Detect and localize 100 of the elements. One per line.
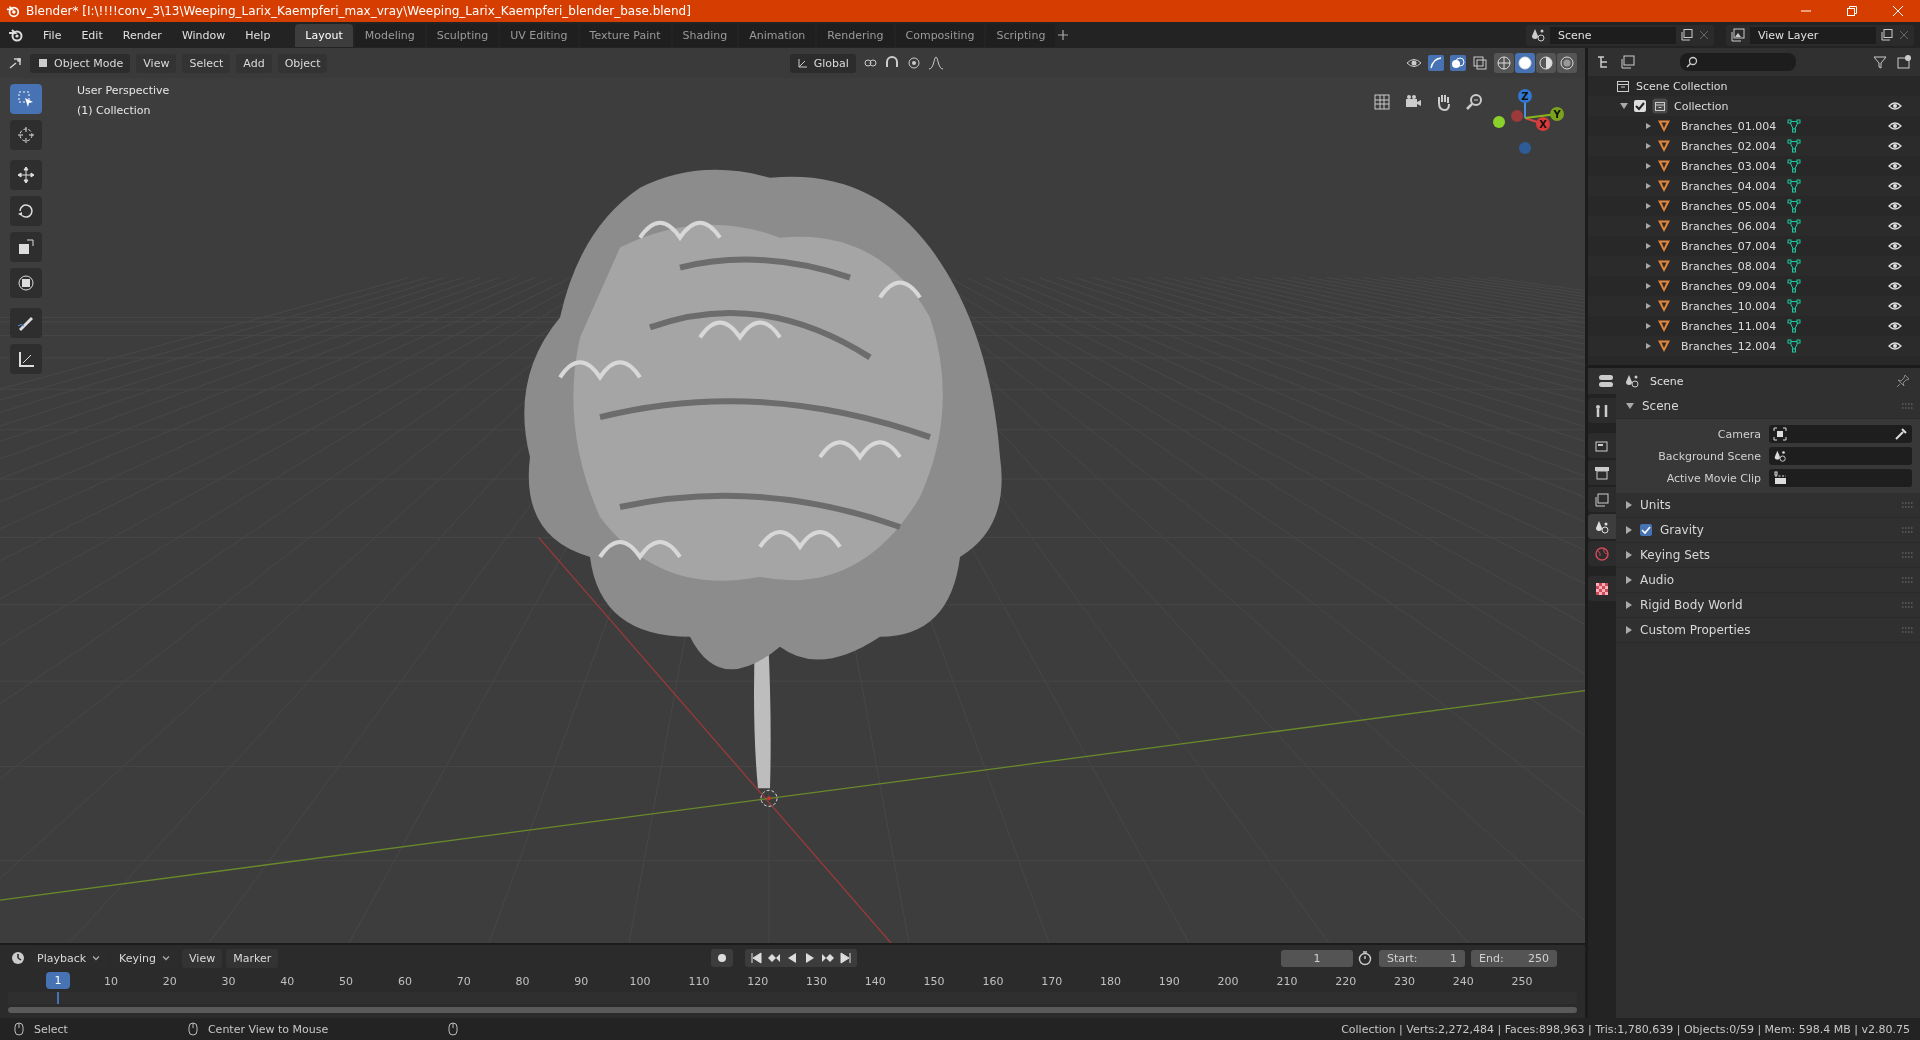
mesh-data-icon[interactable] (1787, 179, 1801, 193)
eye-icon[interactable] (1888, 119, 1902, 133)
workspace-tab[interactable]: UV Editing (500, 23, 578, 47)
object-label[interactable]: Branches_09.004 (1681, 279, 1781, 293)
eye-icon[interactable] (1888, 159, 1902, 173)
mesh-data-icon[interactable] (1787, 199, 1801, 213)
stopwatch-icon[interactable] (1357, 950, 1373, 966)
end-frame-field[interactable]: End: 250 (1471, 949, 1557, 967)
object-label[interactable]: Branches_07.004 (1681, 239, 1781, 253)
filter-icon[interactable] (1872, 54, 1888, 70)
jump-start-icon[interactable] (748, 951, 763, 965)
scene-field[interactable]: Scene (1550, 26, 1676, 44)
object-label[interactable]: Branches_12.004 (1681, 339, 1781, 353)
clock-icon[interactable] (10, 950, 26, 966)
header-menu[interactable]: View (136, 53, 177, 73)
keyframe-forward-icon[interactable] (820, 951, 835, 965)
expand-arrow-icon[interactable] (1646, 303, 1651, 309)
copy-icon[interactable] (1680, 28, 1694, 42)
drag-handle-icon[interactable] (1902, 502, 1914, 508)
eye-icon[interactable] (1888, 219, 1902, 233)
workspace-tab[interactable]: Scripting (986, 23, 1056, 47)
mesh-data-icon[interactable] (1787, 219, 1801, 233)
timeline-menu[interactable]: Marker (226, 948, 279, 968)
eye-icon[interactable] (1888, 139, 1902, 153)
xray-icon[interactable] (1472, 55, 1488, 71)
expand-arrow-icon[interactable] (1646, 203, 1651, 209)
object-label[interactable]: Branches_05.004 (1681, 199, 1781, 213)
mesh-data-icon[interactable] (1787, 119, 1801, 133)
tool-button[interactable] (10, 196, 42, 226)
drag-handle-icon[interactable] (1902, 627, 1914, 633)
mesh-data-icon[interactable] (1787, 239, 1801, 253)
property-field[interactable] (1769, 447, 1912, 465)
mesh-data-icon[interactable] (1787, 339, 1801, 353)
menu-item[interactable]: Edit (72, 28, 112, 42)
workspace-tab[interactable]: Layout (295, 23, 353, 47)
menu-item[interactable]: Render (113, 28, 171, 42)
search-field[interactable] (1680, 53, 1796, 71)
orientation-dropdown[interactable]: Global (789, 53, 856, 73)
header-menu[interactable]: Select (182, 53, 231, 73)
object-label[interactable]: Branches_11.004 (1681, 319, 1781, 333)
tool-button[interactable] (10, 308, 42, 338)
falloff-curve-icon[interactable] (927, 55, 944, 71)
proportional-edit-icon[interactable] (905, 55, 922, 71)
pin-icon[interactable] (1896, 374, 1910, 388)
eye-icon[interactable] (1888, 179, 1902, 193)
expand-arrow-icon[interactable] (1646, 143, 1651, 149)
shading-mode-button[interactable] (1536, 53, 1556, 73)
header-menu[interactable]: Add (236, 53, 272, 73)
property-field[interactable] (1769, 425, 1912, 443)
tool-button[interactable] (10, 232, 42, 262)
menu-item[interactable]: Window (172, 28, 235, 42)
close-icon[interactable] (1698, 29, 1710, 41)
workspace-tab[interactable]: Rendering (817, 23, 894, 47)
collection-label[interactable]: Collection (1674, 99, 1729, 113)
workspace-tab[interactable]: Modeling (354, 23, 425, 47)
mesh-data-icon[interactable] (1787, 279, 1801, 293)
close-icon[interactable] (1898, 29, 1910, 41)
mesh-data-icon[interactable] (1787, 299, 1801, 313)
eye-icon[interactable] (1888, 99, 1902, 113)
mesh-data-icon[interactable] (1787, 139, 1801, 153)
menu-item[interactable]: Help (236, 28, 280, 42)
mesh-data-icon[interactable] (1787, 319, 1801, 333)
start-frame-field[interactable]: Start: 1 (1379, 949, 1465, 967)
tool-button[interactable] (10, 344, 42, 374)
drag-handle-icon[interactable] (1902, 403, 1914, 409)
blender-logo-icon[interactable] (8, 27, 24, 43)
workspace-tab[interactable]: Sculpting (426, 23, 499, 47)
timeline-menu[interactable]: View (182, 948, 223, 968)
mesh-data-icon[interactable] (1787, 259, 1801, 273)
shading-mode-button[interactable] (1494, 53, 1514, 73)
new-collection-icon[interactable] (1896, 54, 1912, 70)
panel-checkbox[interactable] (1640, 524, 1652, 536)
menu-item[interactable]: File (34, 28, 71, 42)
expand-arrow-icon[interactable] (1646, 323, 1651, 329)
exclude-checkbox[interactable] (1634, 100, 1646, 112)
drag-handle-icon[interactable] (1902, 602, 1914, 608)
object-label[interactable]: Branches_03.004 (1681, 159, 1781, 173)
eye-icon[interactable] (1888, 279, 1902, 293)
properties-tab[interactable] (1588, 576, 1616, 601)
eye-icon[interactable] (1888, 199, 1902, 213)
expand-arrow-icon[interactable] (1646, 223, 1651, 229)
property-field[interactable] (1769, 469, 1912, 487)
scene-collection-label[interactable]: Scene Collection (1636, 79, 1728, 93)
drag-handle-icon[interactable] (1902, 552, 1914, 558)
properties-tab[interactable] (1588, 514, 1616, 539)
object-label[interactable]: Branches_04.004 (1681, 179, 1781, 193)
zoom-icon[interactable] (1465, 92, 1485, 112)
eye-icon[interactable] (1888, 339, 1902, 353)
tool-button[interactable] (10, 120, 42, 150)
shading-mode-button[interactable] (1557, 53, 1577, 73)
properties-tab[interactable] (1588, 460, 1616, 485)
workspace-tab[interactable]: Compositing (895, 23, 985, 47)
eyedropper-icon[interactable] (1894, 427, 1908, 441)
keyframe-back-icon[interactable] (766, 951, 781, 965)
tool-button[interactable] (10, 160, 42, 190)
drag-handle-icon[interactable] (1902, 577, 1914, 583)
add-icon[interactable] (1057, 29, 1070, 41)
mode-dropdown[interactable]: Object Mode (30, 53, 131, 73)
object-label[interactable]: Branches_01.004 (1681, 119, 1781, 133)
workspace-tab[interactable]: Animation (739, 23, 816, 47)
